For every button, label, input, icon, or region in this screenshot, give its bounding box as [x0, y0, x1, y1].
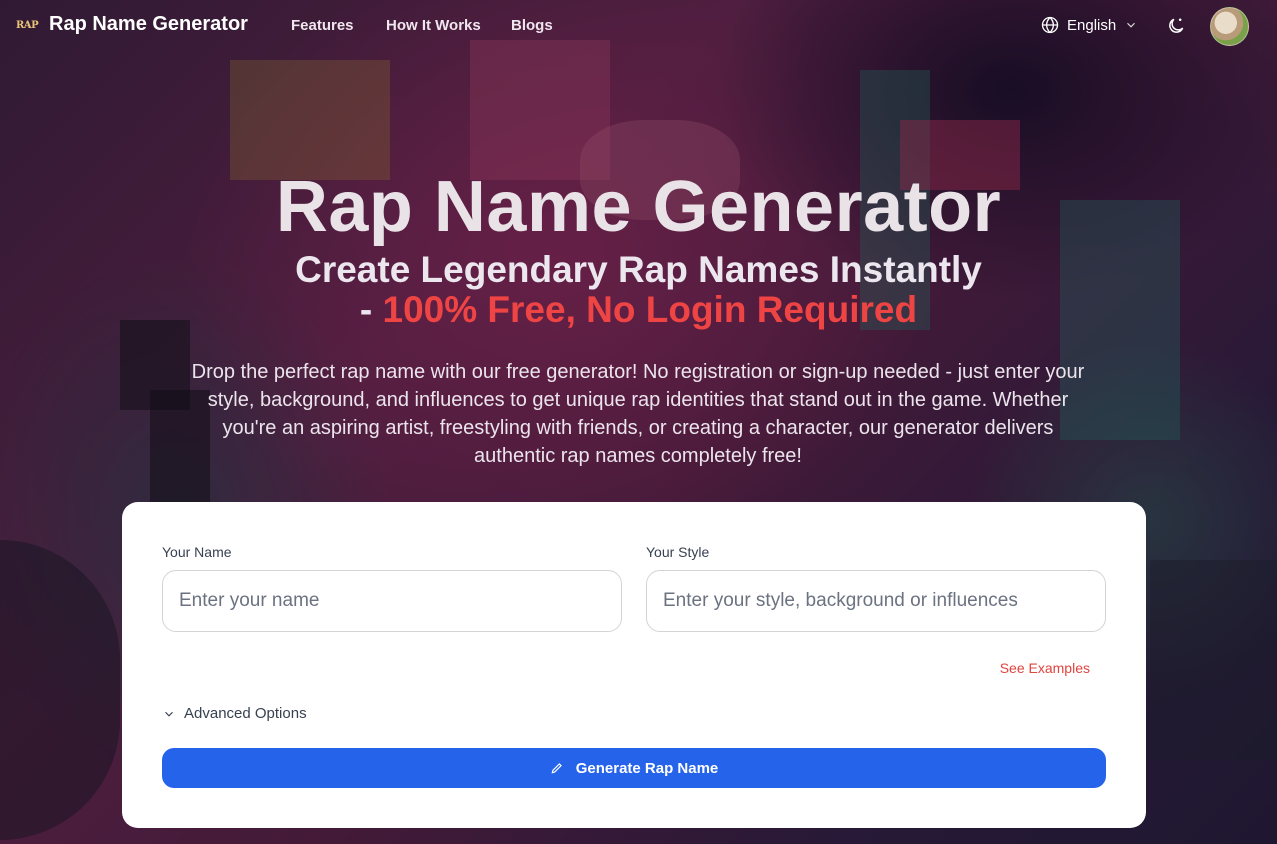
hero-subtitle-line1: Create Legendary Rap Names Instantly: [295, 249, 982, 290]
chevron-down-icon: [165, 711, 173, 717]
see-examples-link[interactable]: See Examples: [1000, 660, 1090, 676]
generate-button[interactable]: Generate Rap Name: [162, 748, 1106, 788]
hero-description: Drop the perfect rap name with our free …: [191, 361, 1085, 467]
generate-button-label: Generate Rap Name: [575, 759, 719, 777]
name-input[interactable]: [162, 570, 622, 632]
hero-subtitle: Create Legendary Rap Names Instantly - 1…: [0, 250, 1277, 330]
nav-link-blogs[interactable]: Blogs: [511, 17, 553, 34]
style-input[interactable]: [646, 570, 1106, 632]
pencil-icon: [551, 763, 562, 774]
nav-link-features[interactable]: Features: [291, 17, 354, 34]
chevron-down-icon: [1127, 22, 1136, 28]
nav-link-how-it-works[interactable]: How It Works: [386, 17, 481, 34]
name-label: Your Name: [162, 544, 232, 560]
hero-title: Rap Name Generator: [275, 167, 1002, 247]
top-navbar: RAP Rap Name Generator Features How It W…: [0, 0, 1277, 52]
advanced-options-toggle[interactable]: Advanced Options: [162, 705, 307, 722]
language-label: English: [1067, 16, 1117, 34]
generator-card: Your Name Your Style See Examples Advanc…: [122, 502, 1146, 828]
advanced-options-label: Advanced Options: [184, 705, 307, 722]
user-avatar[interactable]: [1210, 7, 1249, 46]
hero-subtitle-line2: - 100% Free, No Login Required: [0, 290, 1277, 330]
subtitle-accent: 100% Free, No Login Required: [382, 289, 918, 330]
subtitle-prefix: -: [359, 289, 383, 330]
logo-icon[interactable]: RAP: [16, 16, 39, 36]
brand-title[interactable]: Rap Name Generator: [49, 13, 248, 36]
globe-icon: [1041, 16, 1059, 34]
language-selector[interactable]: English: [1041, 16, 1138, 34]
moon-icon[interactable]: [1166, 16, 1186, 36]
style-label: Your Style: [646, 544, 710, 560]
